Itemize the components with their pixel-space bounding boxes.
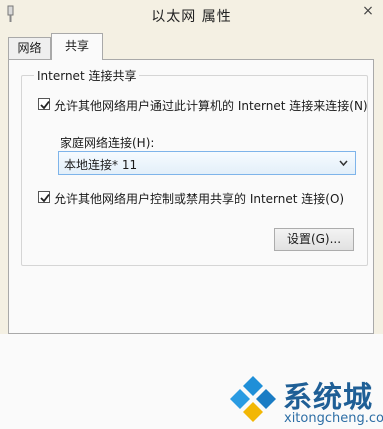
window-title: 以太网 属性 — [151, 9, 232, 25]
title-bar: 以太网 属性 × — [0, 0, 383, 30]
allow-connect-label[interactable]: 允许其他网络用户通过此计算机的 Internet 连接来连接(N) — [54, 97, 368, 114]
allow-control-checkbox[interactable] — [38, 191, 50, 203]
watermark-name: 系统城 — [283, 380, 374, 414]
tab-network[interactable]: 网络 — [8, 37, 51, 59]
tab-sharing[interactable]: 共享 — [51, 33, 103, 60]
checkmark-icon — [40, 193, 50, 203]
allow-control-label[interactable]: 允许其他网络用户控制或禁用共享的 Internet 连接(O) — [54, 190, 344, 207]
home-network-select[interactable]: 本地连接* 11 — [58, 151, 356, 175]
chevron-down-icon — [339, 160, 348, 167]
home-network-label: 家庭网络连接(H): — [60, 136, 155, 150]
close-button[interactable]: × — [353, 0, 383, 22]
watermark-logo-icon — [230, 376, 276, 422]
checkmark-icon — [40, 100, 50, 110]
settings-button[interactable]: 设置(G)... — [274, 228, 354, 251]
watermark-url: xitongcheng.com — [284, 411, 383, 426]
properties-window: 以太网 属性 × 网络 共享 Internet 连接共享 允许其他网络用户通过此… — [0, 0, 383, 429]
allow-connect-checkbox[interactable] — [38, 98, 50, 110]
home-network-value: 本地连接* 11 — [64, 158, 138, 172]
group-title: Internet 连接共享 — [34, 67, 140, 84]
